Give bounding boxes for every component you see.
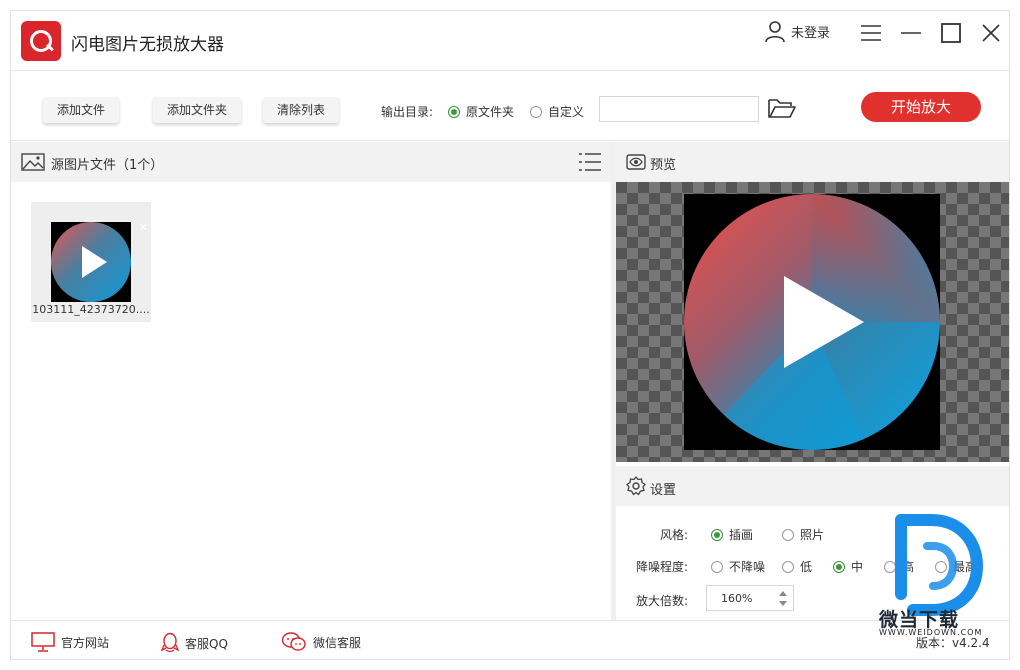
maximize-button[interactable] xyxy=(937,19,965,47)
source-files-title: 源图片文件（1个） xyxy=(51,158,164,173)
style-option-label: 照片 xyxy=(800,528,825,542)
wechat-support-link[interactable]: 微信客服 xyxy=(281,632,361,652)
close-button[interactable] xyxy=(977,19,1005,47)
style-option-photo[interactable]: 照片 xyxy=(782,526,824,543)
denoise-option-medium[interactable]: 中 xyxy=(833,558,863,575)
denoise-label: 降噪程度: xyxy=(635,560,688,574)
remove-file-icon[interactable]: ✕ xyxy=(139,224,147,234)
output-option-label: 原文件夹 xyxy=(466,105,515,119)
preview-area xyxy=(616,182,1009,462)
user-icon xyxy=(765,21,785,43)
qq-support-label: 客服QQ xyxy=(185,636,228,651)
output-option-label: 自定义 xyxy=(548,105,585,119)
stepper-up-icon[interactable] xyxy=(779,591,787,596)
qq-icon xyxy=(161,632,179,653)
login-button[interactable]: 未登录 xyxy=(763,19,830,43)
denoise-option-label: 不降噪 xyxy=(729,560,766,574)
start-upscale-button[interactable]: 开始放大 xyxy=(861,92,981,122)
style-option-label: 插画 xyxy=(729,528,754,542)
watermark-url: WWW.WEIDOWN.COM xyxy=(879,628,983,637)
radio-selected-icon xyxy=(448,105,460,118)
preview-title: 预览 xyxy=(650,158,677,173)
official-website-link[interactable]: 官方网站 xyxy=(31,632,109,652)
stepper-down-icon[interactable] xyxy=(779,601,787,606)
menu-button[interactable] xyxy=(857,19,885,47)
scale-label: 放大倍数: xyxy=(635,594,688,608)
radio-selected-icon xyxy=(711,528,723,541)
minimize-button[interactable] xyxy=(897,19,925,47)
title-bar: 闪电图片无损放大器 未登录 xyxy=(11,11,1009,71)
style-option-illustration[interactable]: 插画 xyxy=(711,526,753,543)
folder-open-icon xyxy=(768,99,796,118)
list-menu-icon[interactable] xyxy=(579,152,601,172)
clear-list-button[interactable]: 清除列表 xyxy=(263,97,340,123)
radio-icon xyxy=(530,105,542,118)
footer: 官方网站 客服QQ 微信客服 版本：v4.2.4 xyxy=(11,620,1009,659)
scale-value: 160% xyxy=(721,592,753,605)
app-logo-icon xyxy=(21,21,61,61)
add-folder-button[interactable]: 添加文件夹 xyxy=(153,97,242,123)
denoise-option-low[interactable]: 低 xyxy=(782,558,812,575)
settings-title: 设置 xyxy=(650,483,677,498)
scale-stepper[interactable]: 160% xyxy=(706,585,794,611)
close-icon xyxy=(982,24,1000,42)
add-file-button[interactable]: 添加文件 xyxy=(43,97,120,123)
radio-selected-icon xyxy=(833,560,845,573)
gear-icon xyxy=(626,476,646,496)
official-website-label: 官方网站 xyxy=(61,635,110,650)
app-title: 闪电图片无损放大器 xyxy=(71,35,224,55)
radio-icon xyxy=(711,560,723,573)
file-thumbnail[interactable]: ✕ 103111_42373720.... xyxy=(31,202,151,322)
denoise-option-label: 低 xyxy=(800,560,813,574)
preview-header: 预览 xyxy=(616,142,1009,182)
login-label: 未登录 xyxy=(791,25,831,41)
denoise-option-none[interactable]: 不降噪 xyxy=(711,558,765,575)
output-option-custom[interactable]: 自定义 xyxy=(530,103,584,120)
image-icon xyxy=(21,153,45,171)
preview-image xyxy=(684,194,940,451)
wechat-support-label: 微信客服 xyxy=(313,635,362,650)
output-option-source-folder[interactable]: 原文件夹 xyxy=(448,103,514,120)
eye-icon xyxy=(626,154,646,170)
qq-support-link[interactable]: 客服QQ xyxy=(161,632,228,654)
maximize-icon xyxy=(941,23,961,43)
app-window: 闪电图片无损放大器 未登录 添加文件 添加文件夹 清除列表 输出目录: 原文件夹… xyxy=(10,10,1010,660)
minimize-icon xyxy=(901,32,921,34)
monitor-icon xyxy=(31,632,55,652)
output-dir-label: 输出目录: xyxy=(381,105,434,119)
wechat-icon xyxy=(281,632,306,651)
toolbar: 添加文件 添加文件夹 清除列表 输出目录: 原文件夹 自定义 开始放大 xyxy=(11,71,1009,141)
source-files-header: 源图片文件（1个） xyxy=(11,142,611,182)
style-label: 风格: xyxy=(659,528,688,542)
browse-folder-button[interactable] xyxy=(767,96,797,122)
output-path-input[interactable] xyxy=(599,96,759,122)
denoise-option-label: 中 xyxy=(851,560,864,574)
thumbnail-image xyxy=(51,222,131,302)
radio-icon xyxy=(782,528,794,541)
settings-header: 设置 xyxy=(616,466,1009,506)
file-name: 103111_42373720.... xyxy=(32,303,150,316)
hamburger-icon xyxy=(861,25,881,41)
radio-icon xyxy=(782,560,794,573)
